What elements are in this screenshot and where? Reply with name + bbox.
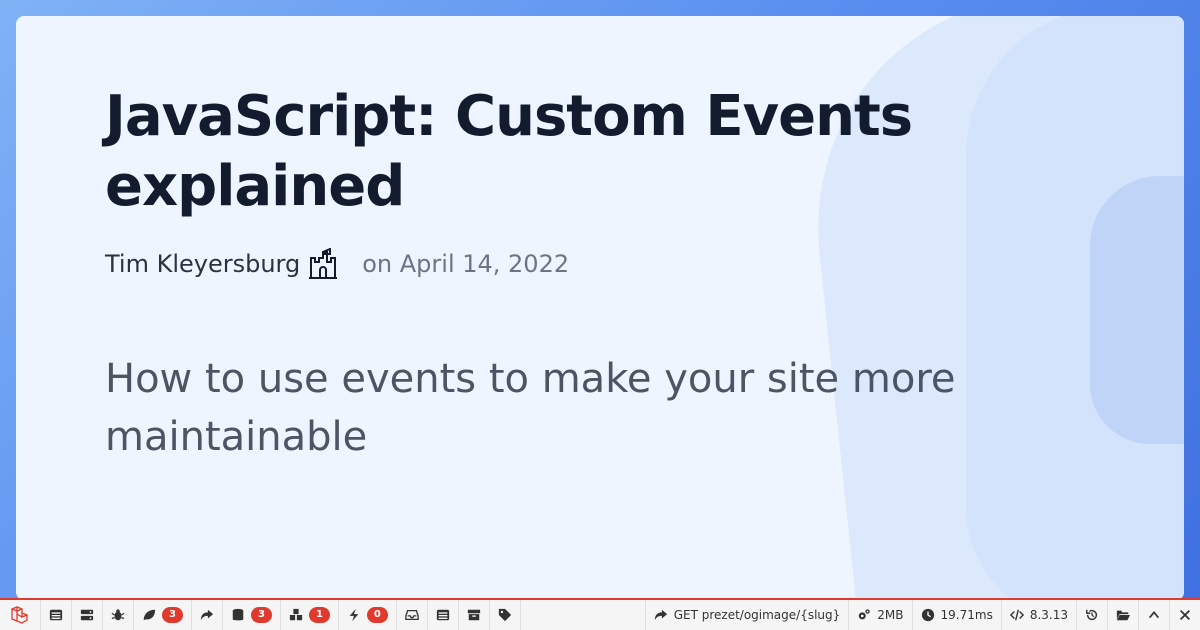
debug-tab-timeline[interactable] [72, 600, 103, 630]
views-count-badge: 3 [162, 607, 183, 623]
memory-usage[interactable]: 2MB [848, 600, 911, 630]
inbox-icon [405, 609, 419, 621]
publish-date: on April 14, 2022 [362, 250, 570, 278]
article-subtitle: How to use events to make your site more… [105, 356, 956, 460]
laravel-logo-icon[interactable] [0, 600, 41, 630]
debug-tab-exceptions[interactable] [103, 600, 134, 630]
share-icon [654, 609, 667, 621]
request-route[interactable]: GET prezet/ogimage/{slug} [644, 600, 849, 630]
bug-icon [111, 609, 125, 621]
table-icon [436, 609, 449, 621]
leaf-icon [143, 609, 156, 621]
history-button[interactable] [1076, 600, 1107, 630]
folder-open-icon [1116, 610, 1130, 621]
decorative-shape [1090, 176, 1184, 444]
tags-icon [498, 608, 511, 622]
chevron-up-icon [1148, 611, 1160, 619]
article-title: JavaScript: Custom Events explained [105, 84, 913, 219]
bolt-icon [349, 608, 359, 622]
server-icon [80, 609, 94, 621]
request-duration[interactable]: 19.71ms [911, 600, 1001, 630]
clock-icon [921, 608, 934, 622]
archive-icon [467, 609, 480, 621]
debug-tab-request[interactable] [428, 600, 459, 630]
code-icon [1009, 609, 1024, 621]
cubes-icon [289, 608, 303, 621]
cogs-icon [859, 609, 870, 620]
author-name: Tim Kleyersburg [105, 250, 301, 278]
debug-tab-models[interactable]: 1 [281, 600, 339, 630]
article-meta: Tim Kleyersburg on April 14, 2022 [105, 244, 569, 284]
models-count-badge: 1 [308, 607, 330, 623]
share-icon [200, 609, 214, 621]
maximize-button[interactable] [1138, 600, 1169, 630]
queries-count-badge: 3 [250, 607, 272, 623]
list-icon [49, 609, 63, 621]
debug-tab-views[interactable]: 3 [134, 600, 192, 630]
duration-value: 19.71ms [940, 608, 993, 622]
og-image-card: JavaScript: Custom Events explained Tim … [16, 16, 1184, 600]
events-count-badge: 0 [366, 607, 388, 623]
debug-tab-messages[interactable] [41, 600, 72, 630]
close-button[interactable] [1169, 600, 1200, 630]
php-version-value: 8.3.13 [1029, 608, 1068, 622]
request-route-label: GET prezet/ogimage/{slug} [673, 608, 841, 622]
castle-icon [308, 247, 338, 280]
database-icon [232, 608, 244, 621]
debug-tab-route[interactable] [192, 600, 223, 630]
debug-tab-events[interactable]: 0 [339, 600, 397, 630]
debug-tab-queries[interactable]: 3 [223, 600, 281, 630]
debug-tab-tags[interactable] [490, 600, 521, 630]
debug-tab-session[interactable] [459, 600, 490, 630]
open-button[interactable] [1107, 600, 1138, 630]
close-icon [1180, 610, 1190, 620]
php-version[interactable]: 8.3.13 [1000, 600, 1076, 630]
debug-tab-mails[interactable] [397, 600, 428, 630]
debug-bar: 3 3 1 0 GET prezet/ogimage/{slug} 2MB 19… [0, 598, 1200, 630]
history-icon [1086, 609, 1098, 621]
memory-value: 2MB [877, 608, 904, 622]
